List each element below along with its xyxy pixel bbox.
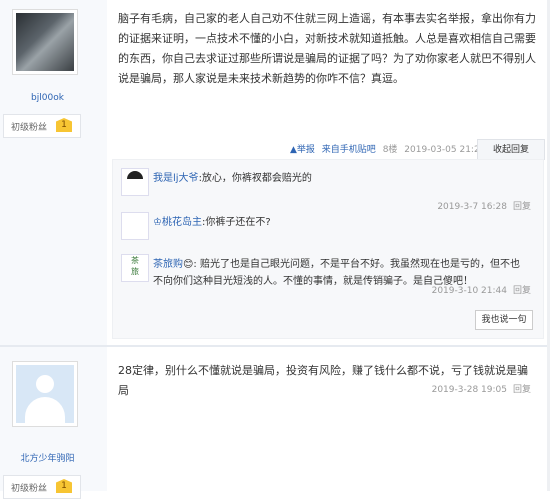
report-link[interactable]: ▲举报: [290, 145, 315, 155]
reply-text: ♔桃花岛主:你裤子还在不?: [153, 214, 528, 231]
add-reply-button[interactable]: 我也说一句: [475, 310, 533, 330]
reply-text: 茶旅购😊: 赔光了也是自己眼光问题，不是平台不好。我虽然现在也是亏的，但不也不向…: [153, 256, 528, 290]
fan-level-badge[interactable]: 初级粉丝 1: [3, 475, 81, 499]
reply-button[interactable]: 回复: [513, 202, 531, 212]
reply-body: :你裤子还在不?: [201, 217, 271, 228]
reply-username[interactable]: 茶旅购: [153, 259, 183, 270]
fan-level-badge[interactable]: 初级粉丝 1: [3, 114, 81, 138]
author-panel: 北方少年驹阳 初级粉丝 1: [0, 347, 107, 499]
default-user-avatar-icon: [16, 365, 74, 423]
post-time: 2019-03-05 21:22: [404, 145, 486, 155]
sub-replies-panel: 我是lj大爷:放心，你裤衩都会赔光的 2019-3-7 16:28 回复 ♔桃花岛…: [112, 159, 544, 395]
sub-reply: 茶旅 茶旅购😊: 赔光了也是自己眼光问题，不是平台不好。我虽然现在也是亏的，但不…: [121, 254, 531, 395]
reply-username[interactable]: ♔桃花岛主: [153, 217, 202, 228]
reply-body: 😊: 赔光了也是自己眼光问题，不是平台不好。我虽然现在也是亏的，但不也不向你们这…: [153, 259, 520, 287]
reply-text: 我是lj大爷:放心，你裤衩都会赔光的: [153, 170, 528, 187]
post-content: 脑子有毛病，自己家的老人自己劝不住就三网上造谣，有本事去实名举报，拿出你有力的证…: [118, 12, 536, 85]
reply-username[interactable]: 我是lj大爷: [153, 173, 199, 184]
floor-number: 8楼: [382, 145, 398, 155]
anime-character-avatar-icon: [16, 13, 74, 71]
tea-logo-avatar-icon[interactable]: 茶旅: [121, 254, 149, 282]
collapse-replies-button[interactable]: 收起回复: [477, 139, 545, 160]
post-meta: ▲举报 来自手机贴吧 8楼 2019-03-05 21:22: [290, 142, 489, 155]
user-avatar[interactable]: [12, 9, 78, 75]
post-content: 28定律，别什么不懂就说是骗局，投资有风险，赚了钱什么都不说，亏了钱就说是骗局: [118, 364, 528, 397]
username-link[interactable]: bjl00ok: [0, 93, 95, 103]
sub-reply: 我是lj大爷:放心，你裤衩都会赔光的 2019-3-7 16:28 回复: [121, 168, 531, 218]
default-avatar-icon[interactable]: [121, 212, 149, 240]
username-link[interactable]: 北方少年驹阳: [0, 451, 95, 464]
badge-label: 初级粉丝: [11, 484, 48, 494]
level-shield-icon: 1: [56, 118, 72, 132]
reply-body: :放心，你裤衩都会赔光的: [198, 173, 312, 184]
user-avatar[interactable]: [12, 361, 78, 427]
badge-label: 初级粉丝: [11, 123, 48, 133]
author-panel: bjl00ok 初级粉丝 1: [0, 0, 107, 345]
sub-reply: ♔桃花岛主:你裤子还在不? 2019-3-10 21:44 回复: [121, 212, 531, 296]
user-avatar-icon[interactable]: [121, 168, 149, 196]
reply-meta: 2019-3-7 16:28 回复: [437, 199, 531, 212]
reply-time: 2019-3-7 16:28: [437, 202, 507, 212]
source-link[interactable]: 来自手机贴吧: [322, 145, 376, 155]
